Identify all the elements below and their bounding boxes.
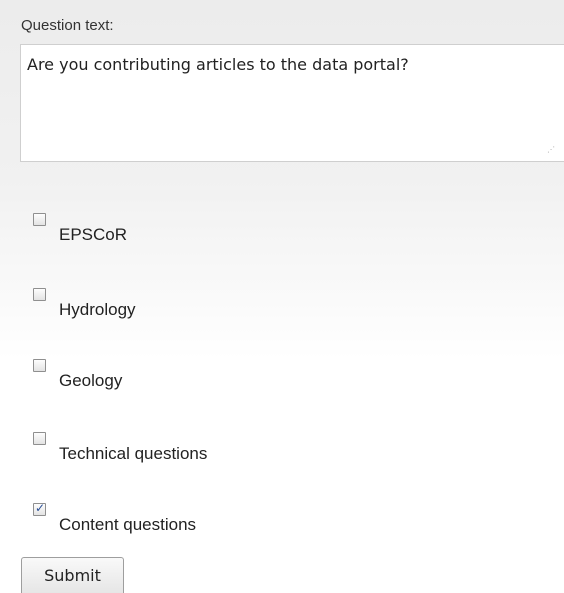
option-label-content-questions: Content questions: [59, 515, 197, 534]
question-form: Question text: Are you contributing arti…: [0, 0, 564, 593]
option-label-geology: Geology: [59, 371, 123, 390]
checkbox-technical-questions[interactable]: [33, 432, 46, 445]
question-text-label: Question text:: [21, 17, 114, 34]
checkbox-geology[interactable]: [33, 359, 46, 372]
submit-button[interactable]: Submit: [21, 557, 124, 593]
checkbox-hydrology[interactable]: [33, 288, 46, 301]
option-label-epscor: EPSCoR: [59, 225, 128, 244]
checkbox-content-questions[interactable]: [33, 501, 46, 516]
option-label-technical-questions: Technical questions: [59, 444, 208, 463]
checkbox-epscor[interactable]: [33, 213, 46, 226]
option-label-hydrology: Hydrology: [59, 300, 136, 319]
question-text-input[interactable]: Are you contributing articles to the dat…: [20, 44, 564, 162]
resize-grip-icon[interactable]: ⋰: [547, 146, 557, 156]
